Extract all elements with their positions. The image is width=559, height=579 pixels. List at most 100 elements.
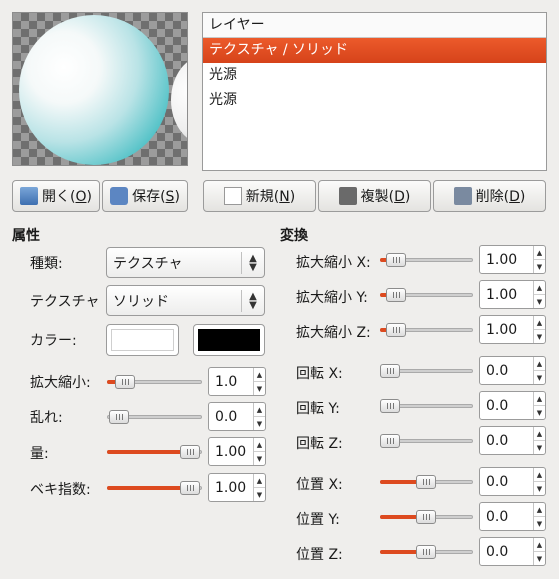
layer-list-header: レイヤー — [203, 13, 546, 38]
spin-down-icon[interactable]: ▼ — [534, 406, 545, 419]
rotation-z-slider[interactable] — [380, 434, 473, 448]
slider-handle[interactable] — [180, 445, 200, 459]
rotation-y-spinbox[interactable]: 0.0 ▲ ▼ — [479, 391, 546, 420]
spin-up-icon[interactable]: ▲ — [534, 503, 545, 517]
new-layer-button[interactable]: 新規(N) — [203, 180, 316, 212]
scale-y-spinbox[interactable]: 1.00 ▲ ▼ — [479, 280, 546, 309]
spin-down-icon[interactable]: ▼ — [534, 441, 545, 454]
slider-handle[interactable] — [386, 288, 406, 302]
spin-down-icon[interactable]: ▼ — [534, 330, 545, 343]
exponent-spinbox[interactable]: 1.00 ▲ ▼ — [208, 473, 266, 502]
spin-down-icon[interactable]: ▼ — [534, 260, 545, 273]
slider-handle[interactable] — [180, 481, 200, 495]
amount-label: 量: — [30, 446, 49, 462]
scale-x-spinbox[interactable]: 1.00 ▲ ▼ — [479, 245, 546, 274]
position-y-slider[interactable] — [380, 510, 473, 524]
spin-up-icon[interactable]: ▲ — [534, 538, 545, 552]
slider-handle[interactable] — [109, 410, 129, 424]
spin-up-icon[interactable]: ▲ — [534, 427, 545, 441]
slider-handle[interactable] — [386, 323, 406, 337]
duplicate-button-label: 複製( — [360, 189, 395, 205]
layer-list[interactable]: レイヤー テクスチャ / ソリッド 光源 光源 — [202, 12, 547, 171]
scale-y-value: 1.00 — [486, 286, 518, 303]
duplicate-layer-button[interactable]: 複製(D) — [318, 180, 431, 212]
scale-slider[interactable] — [107, 375, 202, 389]
color2-button[interactable] — [193, 324, 265, 356]
rotation-x-slider[interactable] — [380, 364, 473, 378]
duplicate-icon — [338, 187, 357, 205]
open-button-label: 開く( — [42, 189, 76, 205]
position-z-spinbox[interactable]: 0.0 ▲ ▼ — [479, 537, 546, 566]
scale-z-slider[interactable] — [380, 323, 473, 337]
delete-button-end: ) — [519, 189, 526, 205]
scale-y-slider[interactable] — [380, 288, 473, 302]
position-y-spinbox[interactable]: 0.0 ▲ ▼ — [479, 502, 546, 531]
color1-button[interactable] — [106, 324, 179, 356]
save-button[interactable]: 保存(S) — [102, 180, 188, 212]
spin-up-icon[interactable]: ▲ — [254, 474, 265, 488]
slider-handle[interactable] — [380, 364, 400, 378]
spin-down-icon[interactable]: ▼ — [534, 552, 545, 565]
delete-button-key: D — [509, 189, 520, 205]
color1-swatch — [111, 329, 174, 351]
turbulence-slider[interactable] — [107, 410, 202, 424]
spin-down-icon[interactable]: ▼ — [534, 517, 545, 530]
spin-up-icon[interactable]: ▲ — [534, 357, 545, 371]
position-x-value: 0.0 — [486, 473, 509, 490]
spin-up-icon[interactable]: ▲ — [534, 392, 545, 406]
spin-down-icon[interactable]: ▼ — [534, 295, 545, 308]
rotation-z-spinbox[interactable]: 0.0 ▲ ▼ — [479, 426, 546, 455]
texture-combo-value: ソリッド — [113, 293, 169, 310]
slider-handle[interactable] — [380, 399, 400, 413]
scale-spinbox[interactable]: 1.0 ▲ ▼ — [208, 367, 266, 396]
slider-handle[interactable] — [115, 375, 135, 389]
position-x-slider[interactable] — [380, 475, 473, 489]
spin-down-icon[interactable]: ▼ — [254, 452, 265, 465]
scale-y-label: 拡大縮小 Y: — [296, 290, 368, 306]
new-button-label: 新規( — [245, 189, 280, 205]
slider-handle[interactable] — [386, 253, 406, 267]
layer-item[interactable]: 光源 — [203, 88, 546, 113]
spin-up-icon[interactable]: ▲ — [534, 468, 545, 482]
slider-handle[interactable] — [416, 510, 436, 524]
spin-up-icon[interactable]: ▲ — [534, 281, 545, 295]
slider-handle[interactable] — [380, 434, 400, 448]
new-button-key: N — [279, 189, 290, 205]
type-combo[interactable]: テクスチャ ▲ ▼ — [106, 247, 265, 278]
texture-label: テクスチャ — [30, 294, 100, 310]
turbulence-spinbox[interactable]: 0.0 ▲ ▼ — [208, 402, 266, 431]
spin-up-icon[interactable]: ▲ — [254, 368, 265, 382]
scale-x-slider[interactable] — [380, 253, 473, 267]
duplicate-button-end: ) — [404, 189, 411, 205]
layer-item[interactable]: テクスチャ / ソリッド — [203, 38, 546, 63]
amount-value: 1.00 — [215, 443, 247, 460]
amount-slider[interactable] — [107, 445, 202, 459]
delete-layer-button[interactable]: 削除(D) — [433, 180, 546, 212]
folder-open-icon — [20, 187, 39, 205]
open-button[interactable]: 開く(O) — [12, 180, 100, 212]
exponent-slider[interactable] — [107, 481, 202, 495]
slider-handle[interactable] — [416, 475, 436, 489]
save-button-label: 保存( — [132, 189, 166, 205]
amount-spinbox[interactable]: 1.00 ▲ ▼ — [208, 437, 266, 466]
spin-down-icon[interactable]: ▼ — [254, 488, 265, 501]
layer-item[interactable]: 光源 — [203, 63, 546, 88]
spin-up-icon[interactable]: ▲ — [254, 403, 265, 417]
delete-button-label: 削除( — [475, 189, 510, 205]
preview-image — [12, 12, 188, 166]
spin-down-icon[interactable]: ▼ — [254, 417, 265, 430]
slider-handle[interactable] — [416, 545, 436, 559]
texture-combo[interactable]: ソリッド ▲ ▼ — [106, 285, 265, 316]
spin-up-icon[interactable]: ▲ — [534, 246, 545, 260]
scale-z-spinbox[interactable]: 1.00 ▲ ▼ — [479, 315, 546, 344]
spin-up-icon[interactable]: ▲ — [254, 438, 265, 452]
spin-down-icon[interactable]: ▼ — [534, 371, 545, 384]
spin-down-icon[interactable]: ▼ — [534, 482, 545, 495]
spin-up-icon[interactable]: ▲ — [534, 316, 545, 330]
position-z-slider[interactable] — [380, 545, 473, 559]
spin-down-icon[interactable]: ▼ — [254, 382, 265, 395]
rotation-x-spinbox[interactable]: 0.0 ▲ ▼ — [479, 356, 546, 385]
delete-icon — [453, 187, 472, 205]
position-x-spinbox[interactable]: 0.0 ▲ ▼ — [479, 467, 546, 496]
rotation-y-slider[interactable] — [380, 399, 473, 413]
